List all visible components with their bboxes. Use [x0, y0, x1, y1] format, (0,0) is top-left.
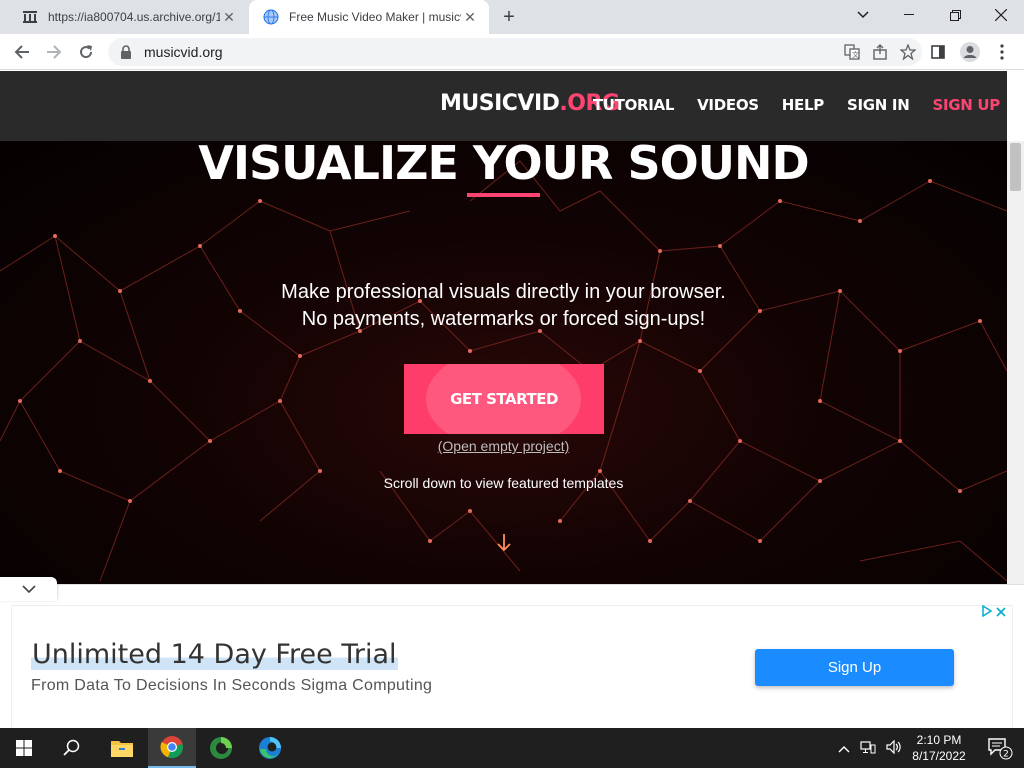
ad-title[interactable]: Unlimited 14 Day Free Trial: [31, 639, 398, 670]
edge-dev-icon[interactable]: [197, 728, 245, 768]
ad-choices-icon[interactable]: [982, 604, 993, 620]
nav-sign-up[interactable]: SIGN UP: [932, 96, 1000, 114]
network-icon[interactable]: [860, 740, 876, 757]
nav-help[interactable]: HELP: [782, 96, 824, 114]
hero-subtext: Make professional visuals directly in yo…: [0, 279, 1007, 333]
nav-sign-in[interactable]: SIGN IN: [847, 96, 910, 114]
site-nav-links: TUTORIAL VIDEOS HELP SIGN IN SIGN UP: [593, 96, 1000, 114]
globe-icon: [263, 9, 279, 25]
tab-search-icon[interactable]: [840, 0, 886, 30]
menu-kebab-icon[interactable]: [988, 38, 1016, 66]
nav-videos[interactable]: VIDEOS: [697, 96, 759, 114]
ad-sign-up-button[interactable]: Sign Up: [755, 649, 954, 686]
tab-title: https://ia800704.us.archive.org/1: [48, 10, 220, 24]
ad-subtitle: From Data To Decisions In Seconds Sigma …: [31, 677, 433, 694]
site-navbar: MUSICVID.ORG TUTORIAL VIDEOS HELP SIGN I…: [0, 71, 1007, 141]
forward-icon[interactable]: [40, 38, 68, 66]
svg-text:文: 文: [852, 50, 859, 59]
archive-icon: [22, 9, 38, 25]
url-text: musicvid.org: [144, 44, 223, 60]
translate-icon[interactable]: 文: [838, 38, 866, 66]
reload-icon[interactable]: [72, 38, 100, 66]
hero-subtext-line1: Make professional visuals directly in yo…: [281, 281, 726, 303]
system-clock[interactable]: 2:10 PM 8/17/2022: [904, 732, 974, 764]
windows-taskbar: 2:10 PM 8/17/2022 2: [0, 728, 1024, 768]
chrome-icon[interactable]: [148, 728, 196, 768]
windows-start-icon[interactable]: [0, 728, 48, 768]
browser-toolbar: musicvid.org 文: [0, 34, 1024, 70]
chevron-down-icon: [21, 585, 36, 593]
web-page: MUSICVID.ORG TUTORIAL VIDEOS HELP SIGN I…: [0, 71, 1007, 584]
hero-headline: VISUALIZE YOUR SOUND: [198, 136, 809, 190]
ad-banner: Unlimited 14 Day Free Trial From Data To…: [0, 584, 1024, 729]
close-icon[interactable]: ✕: [461, 8, 479, 26]
notification-count: 2: [1003, 750, 1009, 760]
close-icon[interactable]: ✕: [220, 8, 238, 26]
close-window-icon[interactable]: [978, 0, 1024, 30]
hero-subtext-line2: No payments, watermarks or forced sign-u…: [301, 308, 706, 330]
side-panel-icon[interactable]: [924, 38, 952, 66]
volume-icon[interactable]: [886, 739, 902, 757]
logo-main: MUSICVID: [440, 91, 560, 116]
tab-title: Free Music Video Maker | musicvid: [289, 10, 461, 24]
open-empty-project-link[interactable]: (Open empty project): [0, 438, 1007, 454]
profile-avatar[interactable]: [956, 38, 984, 66]
file-explorer-icon[interactable]: [98, 728, 146, 768]
clock-date: 8/17/2022: [912, 749, 966, 763]
restore-icon[interactable]: [932, 0, 978, 30]
hero-section: VISUALIZE YOUR SOUND Make professional v…: [0, 136, 1007, 584]
get-started-label: GET STARTED: [450, 390, 558, 408]
new-tab-button[interactable]: +: [497, 5, 521, 29]
notification-center-icon[interactable]: 2: [976, 728, 1024, 768]
tab-archive[interactable]: https://ia800704.us.archive.org/1 ✕: [8, 0, 248, 34]
address-bar[interactable]: musicvid.org 文: [108, 38, 922, 66]
ad-choices[interactable]: [982, 604, 1006, 620]
lock-icon: [120, 45, 134, 59]
back-icon[interactable]: [8, 38, 36, 66]
nav-tutorial[interactable]: TUTORIAL: [593, 96, 675, 114]
ad-close-icon[interactable]: [996, 605, 1006, 620]
system-tray: [838, 728, 902, 768]
ad-collapse-button[interactable]: [0, 577, 57, 601]
chevron-up-icon[interactable]: [838, 741, 850, 756]
scroll-hint: Scroll down to view featured templates: [383, 475, 624, 491]
minimize-icon[interactable]: [886, 0, 932, 30]
bookmark-star-icon[interactable]: [894, 38, 922, 66]
tab-strip: https://ia800704.us.archive.org/1 ✕ Free…: [0, 0, 1024, 34]
headline-underline: [467, 193, 540, 197]
particle-network-background: [0, 160, 1007, 582]
get-started-button[interactable]: GET STARTED: [404, 364, 604, 434]
edge-icon[interactable]: [246, 728, 294, 768]
tab-musicvid[interactable]: Free Music Video Maker | musicvid ✕: [249, 0, 489, 34]
search-icon[interactable]: [48, 728, 96, 768]
clock-time: 2:10 PM: [916, 733, 962, 747]
share-icon[interactable]: [866, 38, 894, 66]
page-scrollbar[interactable]: [1007, 141, 1024, 584]
arrow-down-icon[interactable]: [494, 533, 514, 557]
scrollbar-thumb[interactable]: [1010, 143, 1021, 191]
